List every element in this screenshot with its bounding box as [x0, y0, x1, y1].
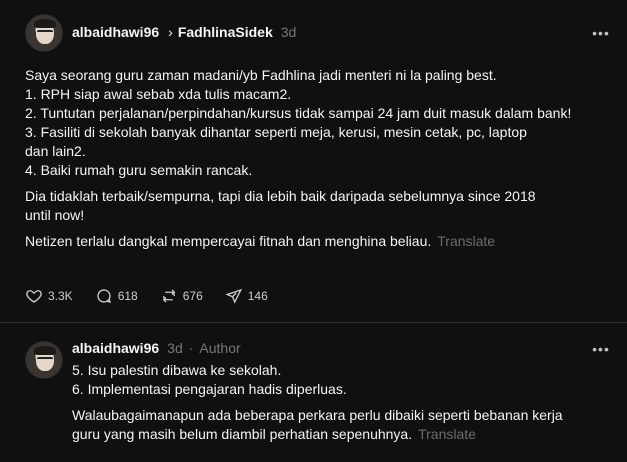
post-text-line: 1. RPH siap awal sebab xda tulis macam2.	[25, 86, 292, 102]
send-icon	[225, 288, 242, 304]
reply-header: albaidhawi96 3d · Author	[72, 340, 241, 356]
post-text: Netizen terlalu dangkal mempercayai fitn…	[25, 233, 432, 249]
separator-dot: ·	[188, 340, 194, 356]
share-button[interactable]: 146	[225, 287, 268, 305]
avatar-hair	[34, 346, 56, 355]
avatar-hair	[34, 19, 56, 28]
action-bar: 3.3K 618 676 146	[25, 287, 290, 305]
main-post: albaidhawi96 › FadhlinaSidek 3d ••• Saya…	[0, 0, 627, 322]
post-paragraph: Dia tidaklah terbaik/sempurna, tapi dia …	[25, 187, 615, 225]
post-body: Saya seorang guru zaman madani/yb Fadhli…	[25, 66, 615, 258]
reply-paragraph: 5. Isu palestin dibawa ke sekolah. 6. Im…	[72, 361, 612, 399]
post-text-line: Dia tidaklah terbaik/sempurna, tapi dia …	[25, 188, 536, 204]
reply-text-line: guru yang masih belum diambil perhatian …	[72, 425, 612, 444]
post-text-line: Netizen terlalu dangkal mempercayai fitn…	[25, 232, 615, 251]
username-link[interactable]: albaidhawi96	[72, 340, 159, 356]
post-text-line: until now!	[25, 207, 85, 223]
comment-icon	[97, 289, 111, 303]
more-options-icon[interactable]: •••	[591, 26, 611, 40]
more-options-icon[interactable]: •••	[591, 342, 611, 356]
repost-icon	[162, 289, 175, 303]
like-count: 3.3K	[48, 289, 73, 303]
repost-count: 676	[182, 289, 203, 303]
author-reply: albaidhawi96 3d · Author ••• 5. Isu pale…	[0, 323, 627, 462]
avatar[interactable]	[25, 341, 63, 379]
reply-timestamp[interactable]: 3d	[167, 340, 183, 356]
post-paragraph: Netizen terlalu dangkal mempercayai fitn…	[25, 232, 615, 251]
share-count: 146	[247, 289, 268, 303]
heart-icon	[26, 290, 42, 303]
post-header: albaidhawi96 › FadhlinaSidek 3d	[72, 24, 296, 40]
translate-link[interactable]: Translate	[418, 426, 476, 442]
author-badge: Author	[199, 340, 241, 356]
reply-count: 618	[117, 289, 138, 303]
reply-text-line: Walaubagaimanapun ada beberapa perkara p…	[72, 407, 563, 423]
post-timestamp[interactable]: 3d	[281, 24, 297, 40]
chevron-right-icon: ›	[168, 24, 173, 40]
reply-body: 5. Isu palestin dibawa ke sekolah. 6. Im…	[72, 361, 612, 451]
like-button[interactable]: 3.3K	[25, 287, 73, 305]
reply-paragraph: Walaubagaimanapun ada beberapa perkara p…	[72, 406, 612, 444]
post-text-line: Saya seorang guru zaman madani/yb Fadhli…	[25, 67, 497, 83]
avatar-glasses	[37, 30, 53, 35]
post-text-line: dan lain2.	[25, 143, 86, 159]
reply-text-line: 5. Isu palestin dibawa ke sekolah.	[72, 362, 282, 378]
post-text-line: 3. Fasiliti di sekolah banyak dihantar s…	[25, 124, 527, 140]
post-paragraph: Saya seorang guru zaman madani/yb Fadhli…	[25, 66, 615, 180]
reply-text: guru yang masih belum diambil perhatian …	[72, 426, 413, 442]
reply-button[interactable]: 618	[95, 287, 138, 305]
reply-to-username-link[interactable]: FadhlinaSidek	[178, 24, 273, 40]
reply-text-line: 6. Implementasi pengajaran hadis diperlu…	[72, 381, 347, 397]
thread: albaidhawi96 › FadhlinaSidek 3d ••• Saya…	[0, 0, 627, 462]
post-text-line: 4. Baiki rumah guru semakin rancak.	[25, 162, 253, 178]
repost-button[interactable]: 676	[160, 287, 203, 305]
avatar[interactable]	[25, 14, 63, 52]
avatar-glasses	[37, 357, 53, 362]
post-text-line: 2. Tuntutan perjalanan/perpindahan/kursu…	[25, 105, 572, 121]
translate-link[interactable]: Translate	[437, 233, 495, 249]
username-link[interactable]: albaidhawi96	[72, 24, 159, 40]
